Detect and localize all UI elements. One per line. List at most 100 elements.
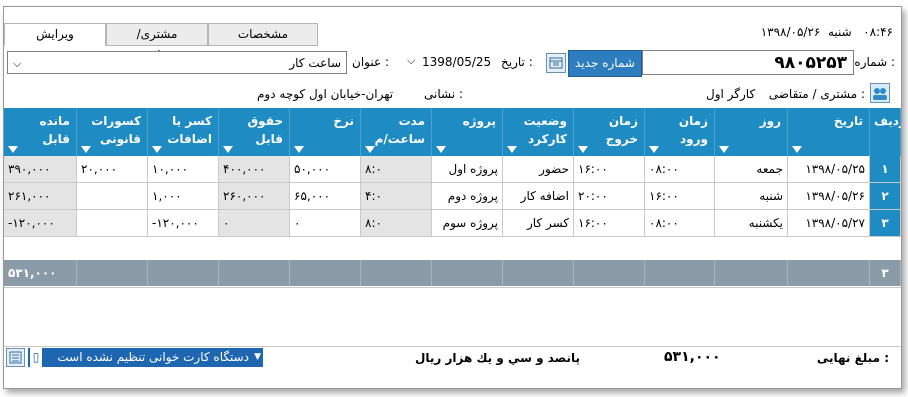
filter-icon[interactable] (81, 146, 91, 153)
column-header-label: پروژه (462, 114, 496, 128)
cell-salary[interactable]: ۰ (219, 210, 290, 237)
summary-cell (788, 260, 870, 286)
invoice-window: ویرایش مشتری/متقاضی مشخصات ۰۸:۴۶ شنبه ۱۳… (3, 6, 902, 389)
column-header-label: وضعیت کارکرد (523, 114, 567, 146)
column-header-label: روز (759, 114, 781, 128)
column-header-legal-deductions[interactable]: کسورات قانونی (77, 108, 148, 156)
summary-total: ۵۳۱,۰۰۰ (4, 260, 77, 286)
cell-rate[interactable]: ۵۰,۰۰۰ (290, 156, 361, 183)
current-date: ۱۳۹۸/۰۵/۲۶ (760, 25, 821, 39)
date-dropdown-icon[interactable]: ⌵ (407, 54, 415, 68)
summary-cell (148, 260, 219, 286)
cell-exit-time[interactable]: ۱۶:۰۰ (574, 210, 645, 237)
column-header-work-status[interactable]: وضعیت کارکرد (503, 108, 574, 156)
filter-icon[interactable] (294, 146, 304, 153)
cell-remaining[interactable]: ۳۹۰,۰۰۰ (4, 156, 77, 183)
cell-day[interactable]: جمعه (715, 156, 788, 183)
cell-rate[interactable]: ۶۵,۰۰۰ (290, 183, 361, 210)
cell-entry-time[interactable]: ۰۸:۰۰ (645, 156, 715, 183)
filter-icon[interactable] (578, 146, 588, 153)
cell-duration[interactable]: ۴:۰ (361, 183, 432, 210)
cell-entry-time[interactable]: ۰۸:۰۰ (645, 210, 715, 237)
number-field[interactable]: ۹۸۰۵۲۵۳ (642, 50, 854, 75)
summary-cell (219, 260, 290, 286)
filter-icon[interactable] (507, 146, 517, 153)
column-header-duration[interactable]: مدت ساعت/م (361, 108, 432, 156)
cell-exit-time[interactable]: ۱۶:۰۰ (574, 156, 645, 183)
cell-row-index[interactable]: ۳ (870, 210, 901, 237)
summary-cell (645, 260, 715, 286)
title-select-value: ساعت کار (289, 56, 341, 70)
cell-adjustments[interactable]: ۱۰,۰۰۰ (148, 156, 219, 183)
column-header-salary[interactable]: حقوق قابل (219, 108, 290, 156)
title-select[interactable]: ساعت کار ⌵ (7, 51, 347, 74)
date-label: تاریخ : (501, 55, 533, 69)
cell-entry-time[interactable]: ۱۶:۰۰ (645, 183, 715, 210)
cell-duration[interactable]: ۸:۰ (361, 210, 432, 237)
cell-project[interactable]: پروژه اول (432, 156, 503, 183)
column-header-label: مدت ساعت/م (374, 114, 425, 146)
filter-icon[interactable] (8, 146, 18, 153)
summary-cell (77, 260, 148, 286)
filter-icon[interactable] (223, 146, 233, 153)
tab-edit[interactable]: ویرایش (4, 23, 106, 46)
cell-remaining[interactable]: -۱۲۰,۰۰۰ (4, 210, 77, 237)
date-field[interactable]: 1398/05/25 (422, 55, 491, 69)
column-header-date[interactable]: تاریخ (788, 108, 870, 156)
column-header-entry-time[interactable]: زمان ورود (645, 108, 715, 156)
address-value: تهران-خیابان اول کوچه دوم (257, 87, 394, 101)
cell-salary[interactable]: ۴۰۰,۰۰۰ (219, 156, 290, 183)
cell-work-status[interactable]: حضور (503, 156, 574, 183)
customer-value: کارگر اول (706, 87, 756, 101)
column-header-label: کسر یا اضافات (167, 114, 212, 146)
cell-row-index[interactable]: ۱ (870, 156, 901, 183)
filter-icon[interactable] (719, 146, 729, 153)
cell-work-status[interactable]: اضافه کار (503, 183, 574, 210)
column-header-remaining[interactable]: مانده قابل (4, 108, 77, 156)
dropdown-arrow-icon: ▼ (254, 352, 261, 362)
cell-date[interactable]: ۱۳۹۸/۰۵/۲۶ (788, 183, 870, 210)
column-header-label: تاریخ (833, 114, 863, 128)
filter-icon[interactable] (792, 146, 802, 153)
column-header-label: زمان خروج (605, 114, 638, 146)
cell-adjustments[interactable]: ۱,۰۰۰ (148, 183, 219, 210)
cell-date[interactable]: ۱۳۹۸/۰۵/۲۷ (788, 210, 870, 237)
settings-icon[interactable] (6, 348, 25, 367)
filter-icon[interactable] (649, 146, 659, 153)
customer-icon[interactable] (870, 83, 890, 103)
cell-remaining[interactable]: ۲۶۱,۰۰۰ (4, 183, 77, 210)
filter-icon[interactable] (436, 146, 446, 153)
cell-legal-deductions[interactable] (77, 183, 148, 210)
column-header-row-index[interactable]: ردیف (870, 108, 901, 156)
cell-rate[interactable]: ۰ (290, 210, 361, 237)
summary-cell (432, 260, 503, 286)
summary-cell (290, 260, 361, 286)
filter-icon[interactable] (365, 146, 375, 153)
cell-salary[interactable]: ۲۶۰,۰۰۰ (219, 183, 290, 210)
column-header-rate[interactable]: نرخ (290, 108, 361, 156)
column-header-exit-time[interactable]: زمان خروج (574, 108, 645, 156)
card-reader-select[interactable]: ▯ دستگاه کارت خوانی تنظیم نشده است ▼ (28, 348, 263, 367)
cell-project[interactable]: پروژه دوم (432, 183, 503, 210)
cell-legal-deductions[interactable] (77, 210, 148, 237)
cell-exit-time[interactable]: ۲۰:۰۰ (574, 183, 645, 210)
cell-day[interactable]: یکشنبه (715, 210, 788, 237)
column-header-label: کسورات قانونی (91, 114, 141, 146)
column-header-adjustments[interactable]: کسر یا اضافات (148, 108, 219, 156)
cell-row-index[interactable]: ۲ (870, 183, 901, 210)
cell-project[interactable]: پروژه سوم (432, 210, 503, 237)
cell-adjustments[interactable]: -۱۲۰,۰۰۰ (148, 210, 219, 237)
calendar-icon[interactable] (546, 53, 566, 73)
filter-icon[interactable] (152, 146, 162, 153)
current-day: شنبه (827, 25, 852, 39)
column-header-day[interactable]: روز (715, 108, 788, 156)
cell-legal-deductions[interactable]: ۲۰,۰۰۰ (77, 156, 148, 183)
column-header-project[interactable]: پروژه (432, 108, 503, 156)
tab-customer[interactable]: مشتری/متقاضی (106, 23, 208, 62)
cell-day[interactable]: شنبه (715, 183, 788, 210)
new-number-button[interactable]: شماره جدید (568, 50, 642, 77)
cell-duration[interactable]: ۸:۰ (361, 156, 432, 183)
cell-work-status[interactable]: کسر کار (503, 210, 574, 237)
tab-specs[interactable]: مشخصات (208, 23, 318, 46)
cell-date[interactable]: ۱۳۹۸/۰۵/۲۵ (788, 156, 870, 183)
